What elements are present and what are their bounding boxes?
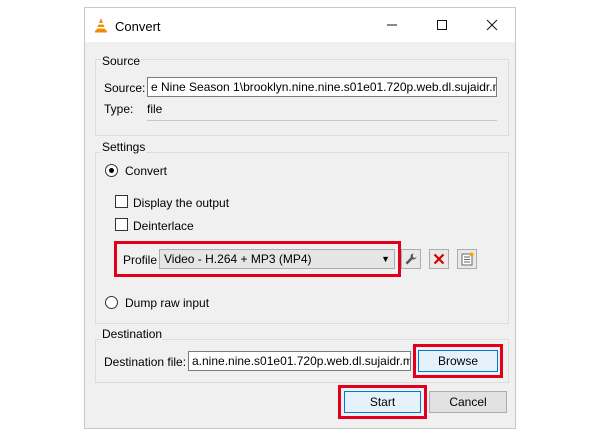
window-title: Convert bbox=[115, 19, 161, 34]
convert-radio-label[interactable]: Convert bbox=[125, 164, 167, 178]
minimize-icon bbox=[387, 24, 397, 26]
vlc-cone-icon bbox=[95, 18, 107, 33]
source-group bbox=[95, 59, 509, 136]
new-profile-button[interactable] bbox=[457, 249, 477, 269]
source-path-field[interactable]: e Nine Season 1\brooklyn.nine.nine.s01e0… bbox=[147, 77, 497, 97]
source-group-label: Source bbox=[101, 54, 142, 68]
source-divider bbox=[147, 120, 497, 121]
browse-button[interactable]: Browse bbox=[418, 350, 498, 372]
type-label: Type: bbox=[104, 102, 134, 116]
wrench-icon bbox=[405, 253, 417, 265]
display-output-checkbox[interactable] bbox=[115, 195, 128, 208]
delete-profile-button[interactable] bbox=[429, 249, 449, 269]
dump-raw-label[interactable]: Dump raw input bbox=[125, 296, 209, 310]
settings-group-label: Settings bbox=[101, 140, 147, 154]
dropdown-arrow-icon: ▼ bbox=[381, 254, 390, 264]
destination-group-label: Destination bbox=[101, 327, 164, 341]
dump-raw-radio[interactable] bbox=[105, 296, 118, 309]
profile-label: Profile bbox=[123, 253, 158, 267]
delete-x-icon bbox=[433, 253, 445, 265]
maximize-icon bbox=[437, 20, 447, 30]
edit-profile-button[interactable] bbox=[401, 249, 421, 269]
minimize-button[interactable] bbox=[369, 8, 415, 42]
close-button[interactable] bbox=[469, 8, 515, 42]
deinterlace-label[interactable]: Deinterlace bbox=[133, 219, 194, 233]
source-label: Source: bbox=[104, 81, 146, 95]
destination-file-field[interactable]: a.nine.nine.s01e01.720p.web.dl.sujaidr.m… bbox=[188, 351, 411, 371]
cancel-button[interactable]: Cancel bbox=[429, 391, 507, 413]
deinterlace-checkbox[interactable] bbox=[115, 218, 128, 231]
profile-select[interactable]: Video - H.264 + MP3 (MP4) ▼ bbox=[159, 249, 395, 269]
profile-select-value: Video - H.264 + MP3 (MP4) bbox=[164, 252, 312, 266]
maximize-button[interactable] bbox=[419, 8, 465, 42]
type-value: file bbox=[147, 102, 163, 116]
close-icon bbox=[486, 19, 498, 31]
title-bar: Convert bbox=[85, 8, 515, 42]
start-button[interactable]: Start bbox=[344, 391, 421, 413]
convert-dialog: Convert Source Source: e Nine Season 1\b… bbox=[84, 7, 516, 429]
display-output-label[interactable]: Display the output bbox=[133, 196, 229, 210]
new-profile-icon bbox=[461, 252, 474, 266]
destination-file-label: Destination file: bbox=[104, 355, 187, 369]
convert-radio[interactable] bbox=[105, 164, 118, 177]
